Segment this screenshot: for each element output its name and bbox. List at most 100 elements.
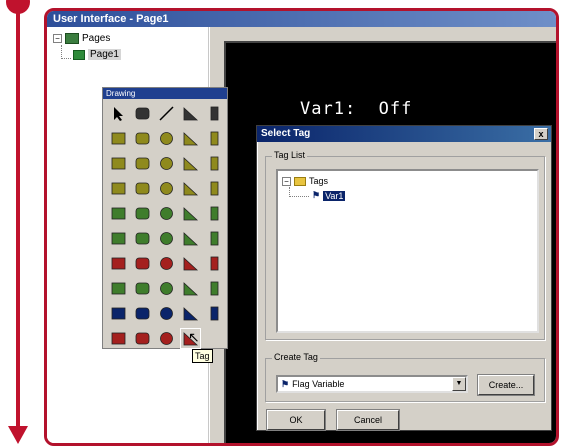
stop-button-icon[interactable] [133,254,152,273]
panel-light-icon[interactable] [157,254,176,273]
scatter-icon[interactable] [205,154,224,173]
chevron-down-icon[interactable]: ▼ [452,377,466,391]
fan-icon[interactable] [157,279,176,298]
plus-button-icon[interactable] [205,254,224,273]
var-display-text[interactable]: Var1: Off [300,99,412,119]
battery-icon[interactable] [205,229,224,248]
tree-label: Pages [82,33,111,44]
lock-icon[interactable] [133,104,152,123]
wedge-icon[interactable] [205,304,224,323]
camera-icon[interactable] [157,329,176,348]
numeric-display-icon[interactable] [181,204,200,223]
tank-icon[interactable] [157,179,176,198]
tag-tree[interactable]: − Tags ⚑ Var1 [276,169,539,333]
tag-type-select[interactable]: ⚑ Flag Variable ▼ [276,375,468,393]
triangle-icon-graphic [135,132,150,145]
picture-icon[interactable] [109,329,128,348]
ellipse-icon[interactable] [157,129,176,148]
tag-list-group: Tag List − Tags ⚑ Var1 [265,150,545,340]
tree-item-pages[interactable]: − Pages [53,33,110,44]
triangle-icon[interactable] [133,129,152,148]
tree-label: Var1 [323,190,346,201]
pipe-h-icon-graphic [135,182,150,195]
fan-icon-graphic [160,282,173,295]
gauge-alt-icon-graphic [135,307,150,320]
tag-type-value: Flag Variable [292,379,345,389]
digital-display-icon[interactable] [109,204,128,223]
tag-tree-item-var1[interactable]: ⚑ Var1 [312,190,346,201]
pages-icon [65,33,79,44]
label-icon[interactable] [133,329,152,348]
level-icon[interactable] [181,229,200,248]
gauge-icon[interactable] [109,304,128,323]
arrow-pointer-icon-graphic [114,107,123,121]
alarm-icon-graphic [111,257,126,270]
ok-button[interactable]: OK [266,409,326,431]
switch-icon[interactable] [133,229,152,248]
app-window: User Interface - Page1 − Pages Page1 Var… [44,8,559,446]
close-icon[interactable]: x [534,128,548,140]
flag-icon-graphic [111,282,126,295]
numeric-display-icon-graphic [183,207,199,221]
half-dial-icon-graphic [183,307,199,321]
text-display-icon-graphic [160,207,173,220]
bargraph-icon[interactable] [133,154,152,173]
quarter-pie-icon-graphic [183,132,199,146]
fan-alt-icon[interactable] [181,279,200,298]
numeric-display-alt-icon-graphic [210,206,219,221]
cancel-button[interactable]: Cancel [336,409,400,431]
chart-alt-icon[interactable] [181,154,200,173]
quarter-pie-icon[interactable] [181,129,200,148]
tank-alt-icon[interactable] [181,179,200,198]
block-icon[interactable] [109,129,128,148]
dial-icon[interactable] [157,304,176,323]
dial-icon-graphic [160,307,173,320]
pipe-h-icon[interactable] [133,179,152,198]
display-icon[interactable] [205,279,224,298]
wedge-icon-graphic [210,306,219,321]
annotation-arrow [8,426,28,444]
flag-icon: ⚑ [312,190,321,200]
minus-button-icon[interactable] [181,254,200,273]
pushbutton-icon[interactable] [109,229,128,248]
collapse-icon[interactable]: − [53,34,62,43]
flag-icon[interactable] [109,279,128,298]
pipe-icon[interactable] [109,179,128,198]
rounded-rect-icon[interactable] [205,104,224,123]
ellipse-icon-graphic [160,132,173,145]
numeric-display-alt-icon[interactable] [205,204,224,223]
half-ellipse-icon[interactable] [205,129,224,148]
dialog-title-text: Select Tag [261,128,311,139]
picture-icon-graphic [111,332,126,345]
line-icon[interactable] [157,104,176,123]
chart-icon[interactable] [157,154,176,173]
panel-icon[interactable] [205,179,224,198]
alarm-icon[interactable] [109,254,128,273]
text-display-icon[interactable] [157,204,176,223]
tree-item-page1[interactable]: Page1 [73,49,121,60]
slider-icon[interactable] [157,229,176,248]
stop-button-icon-graphic [135,257,150,270]
slider-icon-graphic [160,232,173,245]
level-icon-graphic [183,232,199,246]
tooltip: Tag [192,349,213,363]
plus-button-icon-graphic [210,256,219,271]
half-dial-icon[interactable] [181,304,200,323]
counter-display-icon[interactable] [133,204,152,223]
lamp-icon-graphic [135,282,150,295]
panel-icon-graphic [210,181,219,196]
meter-icon[interactable] [109,154,128,173]
lamp-icon[interactable] [133,279,152,298]
fan-alt-icon-graphic [183,282,199,296]
arrow-pointer-icon[interactable] [109,104,128,123]
collapse-icon[interactable]: − [282,176,291,186]
pipe-icon-graphic [111,182,126,195]
tree-connector [61,45,71,59]
toolbox-title[interactable]: Drawing [103,88,227,99]
gauge-alt-icon[interactable] [133,304,152,323]
create-button[interactable]: Create... [477,374,535,396]
meter-icon-graphic [111,157,126,170]
rectangle-icon[interactable] [181,104,200,123]
tag-tree-root[interactable]: − Tags [282,176,328,186]
scatter-icon-graphic [210,156,219,171]
